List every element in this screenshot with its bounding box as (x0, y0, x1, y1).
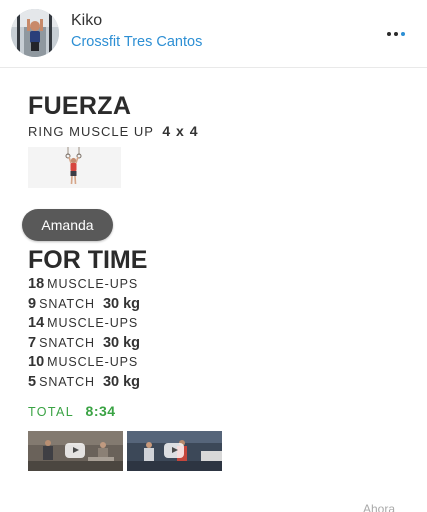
total-label: TOTAL (28, 405, 74, 419)
list-item: 18 MUSCLE-UPS (28, 276, 140, 296)
ring-muscle-up-image[interactable] (28, 147, 121, 188)
movement-list: 18 MUSCLE-UPS 9 SNATCH 30 kg 14 MUSCLE-U… (28, 276, 140, 394)
strength-scheme: 4 x 4 (162, 123, 199, 139)
movement-reps: 18 (28, 276, 45, 292)
gym-link[interactable]: Crossfit Tres Cantos (71, 34, 202, 50)
movement-name: MUSCLE-UPS (47, 316, 139, 331)
movement-name: MUSCLE-UPS (47, 277, 139, 291)
total-time: 8:34 (85, 403, 116, 419)
movement-load: 30 kg (102, 295, 141, 312)
strength-section-title: FUERZA (28, 92, 132, 120)
athlete-avatar-image (11, 9, 59, 57)
movement-name: SNATCH (39, 374, 95, 389)
list-item: 7 SNATCH 30 kg (28, 335, 140, 355)
author-name[interactable]: Kiko (71, 12, 102, 30)
result-total: TOTAL 8:34 (28, 403, 116, 419)
movement-reps: 5 (28, 373, 37, 390)
movement-load: 30 kg (102, 334, 141, 351)
wod-format-title: FOR TIME (28, 246, 148, 274)
wod-name-badge[interactable]: Amanda (22, 209, 113, 241)
movement-load: 30 kg (102, 373, 141, 390)
video-thumbnail[interactable] (28, 431, 123, 471)
play-icon[interactable] (164, 443, 184, 458)
post-header: Kiko Crossfit Tres Cantos (0, 0, 427, 68)
list-item: 5 SNATCH 30 kg (28, 374, 140, 394)
avatar[interactable] (11, 9, 59, 57)
movement-reps: 7 (28, 334, 37, 351)
list-item: 10 MUSCLE-UPS (28, 354, 140, 374)
movement-reps: 14 (28, 315, 45, 332)
list-item: 9 SNATCH 30 kg (28, 296, 140, 316)
strength-exercise-name: RING MUSCLE UP (28, 124, 154, 139)
more-dots-icon[interactable] (387, 29, 409, 39)
movement-name: MUSCLE-UPS (47, 355, 139, 370)
movement-reps: 9 (28, 295, 37, 312)
play-icon[interactable] (65, 443, 85, 458)
movement-name: SNATCH (39, 335, 95, 350)
strength-exercise: RING MUSCLE UP 4 x 4 (28, 123, 199, 139)
movement-reps: 10 (28, 354, 45, 371)
video-thumbnail[interactable] (127, 431, 222, 471)
movement-name: SNATCH (39, 296, 95, 311)
post-timestamp: Ahora (363, 502, 396, 512)
list-item: 14 MUSCLE-UPS (28, 315, 140, 335)
